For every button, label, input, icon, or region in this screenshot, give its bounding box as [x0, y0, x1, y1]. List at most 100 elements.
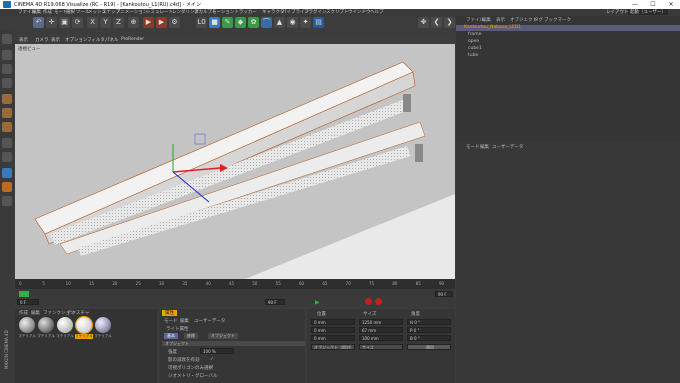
attr-menu-edit[interactable]: 編集	[180, 318, 189, 324]
vp-menu-filter[interactable]: フィルタ	[87, 37, 105, 43]
material-swatch[interactable]	[95, 317, 111, 333]
snap-icon[interactable]	[2, 168, 12, 178]
angle-h-field[interactable]: H 0 °	[407, 319, 451, 325]
camera-icon[interactable]: ◉	[287, 17, 298, 28]
tab-basic[interactable]: 基本	[164, 333, 178, 339]
menu-select[interactable]: 選択	[66, 9, 75, 15]
obj-menu-tags[interactable]: タグ	[534, 17, 543, 23]
rotate-icon[interactable]: ⟳	[72, 17, 83, 28]
end-frame-field[interactable]: 90 F	[265, 299, 285, 305]
autokey-icon[interactable]	[375, 298, 382, 305]
scale-icon[interactable]: ▣	[59, 17, 70, 28]
tweak-icon[interactable]	[2, 152, 12, 162]
attrmgr-menu-userdata[interactable]: ユーザーデータ	[492, 144, 523, 150]
obj-menu-bookmarks[interactable]: ブックマーク	[544, 17, 571, 23]
nav-right-icon[interactable]: ❯	[444, 17, 455, 28]
material-swatch[interactable]	[19, 317, 35, 333]
mat-menu-edit[interactable]: 編集	[31, 310, 40, 316]
checkbox[interactable]: ✓	[210, 365, 214, 370]
coord-system-icon[interactable]: ⊕	[128, 17, 139, 28]
tab-coord[interactable]: 座標	[184, 333, 198, 339]
obj-menu-objects[interactable]: オブジェクト	[510, 17, 537, 23]
menu-motiontracker[interactable]: モーショントラッカー	[212, 9, 257, 15]
z-axis-button[interactable]: Z	[113, 17, 124, 28]
pos-y-field[interactable]: 0 mm	[311, 327, 355, 333]
3d-viewport[interactable]: 透視ビュー	[15, 44, 455, 279]
start-frame-field[interactable]: 0 F	[17, 299, 39, 305]
lock-icon[interactable]	[2, 182, 12, 192]
axis-mode-icon[interactable]	[2, 138, 12, 148]
material-swatch[interactable]	[38, 317, 54, 333]
play-icon[interactable]: ▶	[315, 299, 320, 306]
layout-select[interactable]: 起動（ユーザー）	[628, 9, 668, 15]
pos-z-field[interactable]: 0 mm	[311, 335, 355, 341]
menu-plugins[interactable]: プラグイン	[304, 9, 327, 15]
move-icon[interactable]: ✛	[46, 17, 57, 28]
make-editable-icon[interactable]	[2, 34, 12, 44]
nav-move-icon[interactable]: ✥	[418, 17, 429, 28]
angle-p-field[interactable]: P 0 °	[407, 327, 451, 333]
vp-menu-panel[interactable]: パネル	[105, 37, 119, 43]
object-row[interactable]: tube	[456, 53, 680, 59]
checkbox[interactable]: ✓	[210, 357, 214, 362]
menu-create[interactable]: 作成	[43, 9, 52, 15]
playhead[interactable]	[19, 291, 29, 297]
menu-window[interactable]: ウインドウ	[348, 9, 371, 15]
vp-menu-display[interactable]: 表示	[51, 37, 60, 43]
vp-menu-camera[interactable]: カメラ	[35, 37, 49, 43]
menu-script[interactable]: スクリプト	[326, 9, 349, 15]
texture-mode-icon[interactable]	[2, 64, 12, 74]
attr-menu-mode[interactable]: モード	[164, 318, 178, 324]
attr-menu-userdata[interactable]: ユーザーデータ	[194, 318, 225, 324]
object-row[interactable]: cube1	[456, 46, 680, 52]
timeline[interactable]: 0 5 10 15 20 25 30 35 40 45 50 55 60 65 70 75 80 85 90 0 F…	[15, 279, 455, 307]
render-picture-icon[interactable]: ▶	[156, 17, 167, 28]
current-frame-field[interactable]: 90 F	[435, 291, 453, 297]
attrmgr-menu-edit[interactable]: 編集	[480, 144, 489, 150]
object-row[interactable]: frame	[456, 32, 680, 38]
display-icon[interactable]: ▤	[313, 17, 324, 28]
minimize-button[interactable]: —	[626, 0, 644, 9]
angle-b-field[interactable]: B 0 °	[407, 335, 451, 341]
model-mode-icon[interactable]	[2, 50, 12, 60]
pen-icon[interactable]: ✎	[222, 17, 233, 28]
maximize-button[interactable]: ☐	[644, 0, 662, 9]
menu-help[interactable]: ヘルプ	[370, 9, 384, 15]
material-swatch[interactable]	[57, 317, 73, 333]
menu-simulate[interactable]: シミュレート	[146, 9, 173, 15]
object-row[interactable]: open	[456, 39, 680, 45]
mat-menu-texture[interactable]: テクスチャ	[67, 310, 89, 316]
deformer-icon[interactable]: ⌒	[261, 17, 272, 28]
object-row-selected[interactable]: Kankoutou_Nakano_LED1	[456, 25, 680, 31]
grid-icon[interactable]	[2, 196, 12, 206]
menu-edit[interactable]: 編集	[32, 9, 41, 15]
vp-menu-view[interactable]: 表示	[19, 37, 28, 43]
frame-number-button[interactable]: L0	[196, 17, 207, 28]
section-object[interactable]: オブジェクト	[162, 341, 305, 346]
close-button[interactable]: ✕	[662, 0, 680, 9]
render-settings-icon[interactable]: ⚙	[169, 17, 180, 28]
edges-mode-icon[interactable]	[2, 108, 12, 118]
light-icon[interactable]: ✦	[300, 17, 311, 28]
size-z-field[interactable]: 100 mm	[359, 335, 403, 341]
scene-icon[interactable]: ▲	[274, 17, 285, 28]
mat-menu-create[interactable]: 作成	[19, 310, 28, 316]
points-mode-icon[interactable]	[2, 94, 12, 104]
tab-object[interactable]: オブジェクト	[208, 333, 238, 339]
vp-menu-options[interactable]: オプション	[65, 37, 88, 43]
undo-icon[interactable]: ↶	[33, 17, 44, 28]
workplane-icon[interactable]	[2, 78, 12, 88]
x-axis-button[interactable]: X	[87, 17, 98, 28]
subdivision-icon[interactable]: ◆	[235, 17, 246, 28]
intensity-field[interactable]: 100 %	[200, 348, 234, 354]
obj-menu-view[interactable]: 表示	[496, 17, 505, 23]
pos-x-field[interactable]: 0 mm	[311, 319, 355, 325]
size-mode-select[interactable]: サイズ	[359, 344, 403, 350]
obj-menu-edit[interactable]: 編集	[482, 17, 491, 23]
cube-icon[interactable]: ■	[209, 17, 220, 28]
menu-animation[interactable]: アニメーション	[116, 9, 147, 15]
coord-mode-select[interactable]: オブジェクト（相対）	[311, 344, 355, 350]
nav-left-icon[interactable]: ❮	[431, 17, 442, 28]
attrmgr-menu-mode[interactable]: モード	[466, 144, 480, 150]
attr-header[interactable]: 属性	[162, 310, 177, 316]
